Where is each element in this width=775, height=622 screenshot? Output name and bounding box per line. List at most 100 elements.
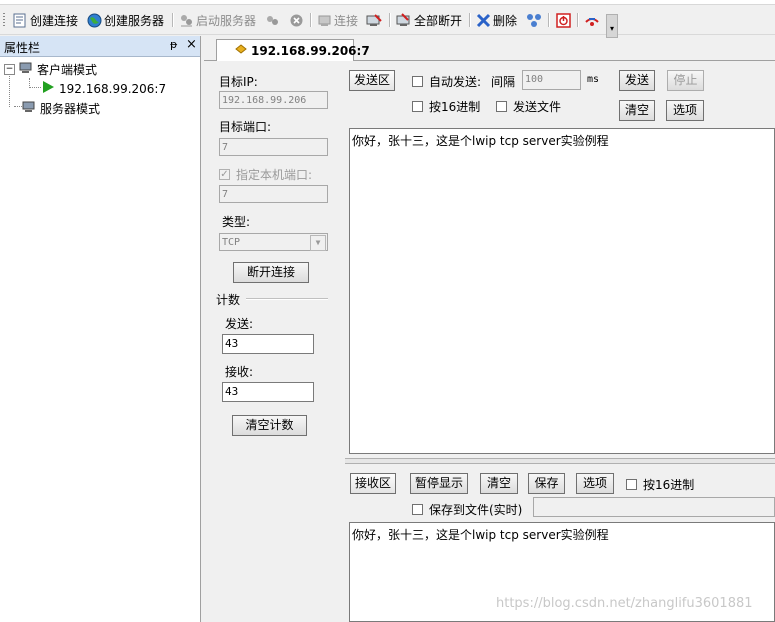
recv-clear-button[interactable]: 清空	[480, 473, 518, 494]
new-connection-icon	[12, 12, 28, 28]
splitter[interactable]	[345, 458, 775, 464]
globe-icon	[86, 12, 102, 28]
disconnect-button[interactable]	[366, 11, 384, 29]
interval-field[interactable]: 100	[522, 70, 581, 90]
send-area-tab[interactable]: 发送区	[349, 70, 395, 91]
recv-hex-label: 按16进制	[643, 478, 695, 492]
delete-button[interactable]: 删除	[475, 11, 517, 29]
send-clear-button[interactable]: 清空	[619, 100, 655, 121]
recv-save-button[interactable]: 保存	[528, 473, 565, 494]
create-server-button[interactable]: 创建服务器	[86, 11, 164, 29]
checkbox-icon	[412, 504, 423, 515]
disconnect-all-icon	[396, 12, 412, 28]
pause-display-button[interactable]: 暂停显示	[410, 473, 468, 494]
stop-server-button[interactable]	[288, 11, 306, 29]
toolbar-grip[interactable]	[3, 13, 5, 27]
target-ip-field[interactable]: 192.168.99.206	[219, 91, 328, 109]
local-port-field[interactable]: 7	[219, 185, 328, 203]
lock-icon	[235, 44, 247, 57]
create-connection-label: 创建连接	[30, 13, 79, 28]
start-server-button[interactable]: 启动服务器	[178, 11, 256, 29]
computer-icon	[19, 62, 32, 77]
disconnect-icon	[366, 12, 382, 28]
auto-send-checkbox[interactable]: 自动发送:	[412, 73, 481, 90]
tree-connection-label: 192.168.99.206:7	[59, 81, 167, 96]
checkbox-checked-icon: ✓	[219, 169, 230, 180]
connection-tab[interactable]: 192.168.99.206:7	[216, 39, 370, 61]
property-panel: 属性栏 ᵽ × − 客户端模式 192.168.99.206:7 服务器模式	[0, 36, 201, 622]
server-icon	[264, 12, 280, 28]
computer-icon	[22, 101, 35, 116]
network-button[interactable]	[526, 11, 544, 29]
stop-circle-icon	[288, 12, 304, 28]
server-settings-button[interactable]	[264, 11, 282, 29]
connect-button[interactable]: 连接	[316, 11, 358, 29]
checkbox-icon	[412, 76, 423, 87]
recv-count-field[interactable]: 43	[222, 382, 314, 402]
stop-button[interactable]: 停止	[667, 70, 704, 91]
delete-x-icon	[475, 12, 491, 28]
close-icon[interactable]: ×	[186, 37, 197, 52]
send-options-button[interactable]: 选项	[666, 100, 704, 121]
chevron-down-icon: ▼	[310, 235, 326, 251]
connection-tab-label: 192.168.99.206:7	[251, 43, 370, 58]
toolbar: 创建连接 创建服务器 启动服务器 连接 全部断开 删除 ▾	[0, 5, 775, 38]
disconnect-all-button[interactable]: 全部断开	[396, 11, 462, 29]
target-port-label: 目标端口:	[219, 120, 272, 134]
count-group-label: 计数	[216, 293, 241, 307]
checkbox-icon	[626, 479, 637, 490]
disconnect-all-label: 全部断开	[414, 13, 463, 28]
network-icon	[526, 12, 542, 28]
tree-client-mode[interactable]: − 客户端模式	[4, 61, 97, 78]
type-select-value: TCP	[222, 237, 241, 248]
clear-count-button[interactable]: 清空计数	[232, 415, 307, 436]
recv-area-tab[interactable]: 接收区	[350, 473, 396, 494]
tree-server-mode[interactable]: 服务器模式	[22, 100, 100, 117]
server-start-icon	[178, 12, 194, 28]
send-button[interactable]: 发送	[619, 70, 655, 91]
auto-send-label: 自动发送:	[429, 75, 482, 89]
send-file-checkbox[interactable]: 发送文件	[496, 98, 561, 115]
checkbox-icon	[412, 101, 423, 112]
connect-label: 连接	[334, 13, 359, 28]
target-port-field[interactable]: 7	[219, 138, 328, 156]
property-panel-title: 属性栏	[4, 41, 41, 55]
recv-count-label: 接收:	[225, 365, 254, 379]
recv-hex-checkbox[interactable]: 按16进制	[626, 476, 694, 493]
save-to-file-checkbox[interactable]: 保存到文件(实时)	[412, 501, 522, 518]
local-port-checkbox[interactable]: ✓ 指定本机端口:	[219, 166, 312, 183]
toolbar-overflow-button[interactable]: ▾	[606, 14, 618, 38]
play-icon	[42, 80, 55, 97]
create-connection-button[interactable]: 创建连接	[12, 11, 78, 29]
recv-options-button[interactable]: 选项	[576, 473, 614, 494]
help-button[interactable]	[584, 11, 602, 29]
connect-icon	[316, 12, 332, 28]
connection-tab-bar: 192.168.99.206:7	[204, 36, 775, 61]
disconnect-connection-button[interactable]: 断开连接	[233, 262, 309, 283]
tree-connection-item[interactable]: 192.168.99.206:7	[42, 80, 166, 97]
type-label: 类型:	[222, 215, 251, 229]
save-to-file-label: 保存到文件(实时)	[429, 503, 523, 517]
target-ip-label: 目标IP:	[219, 75, 258, 89]
send-textarea[interactable]: 你好，张十三，这是个lwip tcp server实验例程	[349, 128, 775, 454]
property-panel-header: 属性栏 ᵽ ×	[0, 36, 200, 57]
send-count-label: 发送:	[225, 317, 254, 331]
delete-label: 删除	[493, 13, 518, 28]
checkbox-icon	[496, 101, 507, 112]
send-hex-label: 按16进制	[429, 100, 481, 114]
interval-label: 间隔	[491, 75, 516, 89]
send-hex-checkbox[interactable]: 按16进制	[412, 98, 480, 115]
tree-server-mode-label: 服务器模式	[40, 102, 101, 116]
watermark: https://blog.csdn.net/zhanglifu3601881	[496, 596, 753, 611]
power-button[interactable]	[555, 11, 573, 29]
create-server-label: 创建服务器	[104, 13, 165, 28]
send-file-label: 发送文件	[513, 100, 562, 114]
local-port-label: 指定本机端口:	[236, 168, 313, 182]
type-select[interactable]: TCP ▼	[219, 233, 328, 251]
collapse-icon[interactable]: −	[4, 64, 15, 75]
power-icon	[555, 12, 571, 28]
pin-icon[interactable]: ᵽ	[170, 38, 177, 51]
start-server-label: 启动服务器	[196, 13, 257, 28]
send-count-field[interactable]: 43	[222, 334, 314, 354]
save-file-path-field[interactable]	[533, 497, 775, 517]
